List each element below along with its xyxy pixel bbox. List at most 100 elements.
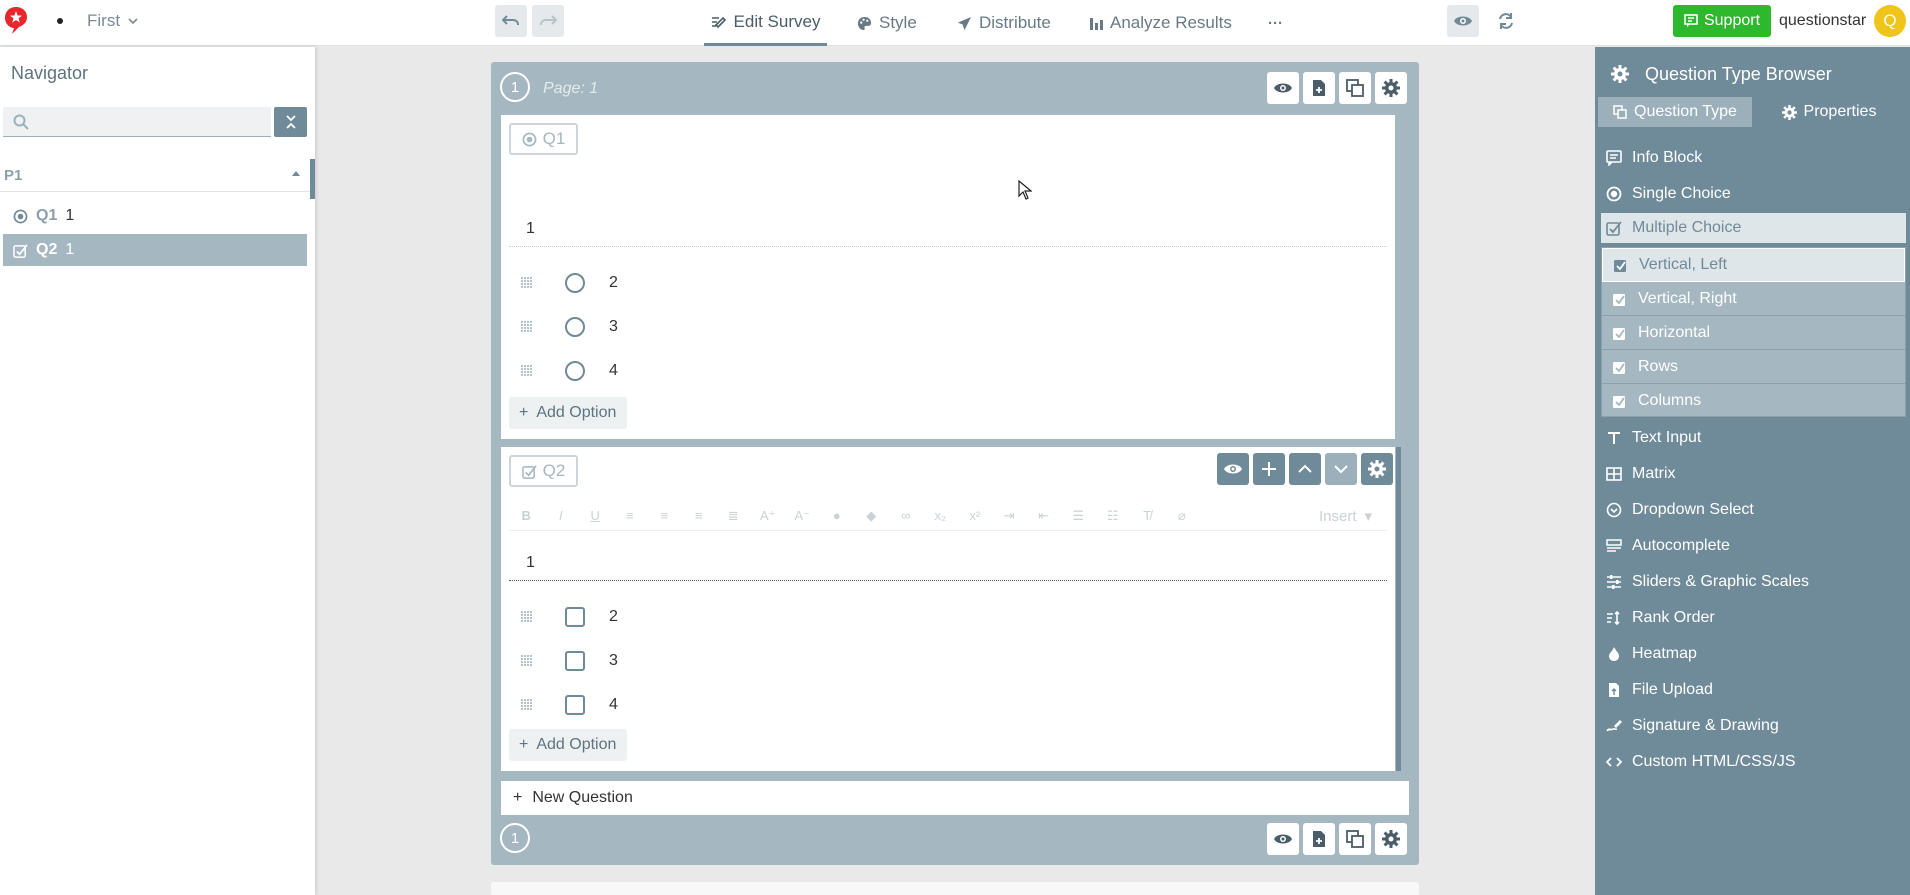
move-up-button[interactable] xyxy=(1289,453,1321,485)
collapse-all-button[interactable] xyxy=(274,107,307,137)
page-preview-button-footer[interactable] xyxy=(1267,823,1299,855)
qtype-rank-order[interactable]: Rank Order xyxy=(1606,603,1715,633)
option-radio[interactable] xyxy=(565,273,585,293)
clear-format-icon[interactable]: T̸ xyxy=(1130,506,1165,526)
survey-selector[interactable]: First xyxy=(87,11,138,31)
option-row[interactable]: 3 xyxy=(519,313,618,341)
insert-dropdown[interactable]: Insert ▾ xyxy=(1319,507,1372,526)
copy-page-button-footer[interactable] xyxy=(1339,823,1371,855)
qtype-dropdown-select[interactable]: Dropdown Select xyxy=(1606,495,1754,525)
option-checkbox[interactable] xyxy=(565,607,585,627)
qtype-multiple-choice[interactable]: Multiple Choice xyxy=(1601,213,1906,243)
subtype-vertical-left[interactable]: Vertical, Left xyxy=(1602,248,1905,282)
qtype-heatmap[interactable]: Heatmap xyxy=(1606,639,1697,669)
more-menu-button[interactable]: ··· xyxy=(1268,0,1283,46)
subtype-rows[interactable]: Rows xyxy=(1602,350,1905,384)
tab-edit-survey[interactable]: Edit Survey xyxy=(704,0,827,46)
drag-handle-icon[interactable] xyxy=(519,609,535,625)
new-question-button[interactable]: + New Question xyxy=(501,781,1409,815)
add-page-button-footer[interactable] xyxy=(1303,823,1335,855)
question-badge-q2[interactable]: Q2 xyxy=(509,455,578,487)
qtype-sliders[interactable]: Sliders & Graphic Scales xyxy=(1606,567,1809,597)
option-label[interactable]: 4 xyxy=(609,362,618,380)
align-center-icon[interactable]: ≡ xyxy=(647,506,682,526)
navigator-page-row[interactable]: P1 xyxy=(0,159,315,192)
qtype-text-input[interactable]: Text Input xyxy=(1606,423,1701,453)
option-checkbox[interactable] xyxy=(565,695,585,715)
tab-style[interactable]: Style xyxy=(857,0,917,46)
option-label[interactable]: 2 xyxy=(609,274,618,292)
qtype-signature-drawing[interactable]: Signature & Drawing xyxy=(1606,711,1779,741)
question-badge-q1[interactable]: Q1 xyxy=(509,123,578,155)
page-preview-button[interactable] xyxy=(1267,72,1299,104)
redo-button[interactable] xyxy=(532,5,564,37)
drag-handle-icon[interactable] xyxy=(519,653,535,669)
question-card-q1[interactable]: Q1 1 2 3 4 + Add Option xyxy=(501,115,1395,439)
align-left-icon[interactable]: ≡ xyxy=(613,506,648,526)
refresh-button[interactable] xyxy=(1490,5,1522,37)
caret-up-icon[interactable] xyxy=(292,171,300,176)
tab-analyze-results[interactable]: Analyze Results xyxy=(1089,0,1232,46)
add-option-button[interactable]: + Add Option xyxy=(509,729,627,761)
subtype-vertical-right[interactable]: Vertical, Right xyxy=(1602,282,1905,316)
option-label[interactable]: 3 xyxy=(609,652,618,670)
drag-handle-icon[interactable] xyxy=(519,363,535,379)
numbered-list-icon[interactable]: ☷ xyxy=(1096,506,1131,526)
font-size-up-icon[interactable]: A⁺ xyxy=(751,506,786,526)
indent-icon[interactable]: ⇥ xyxy=(992,506,1027,526)
tab-question-type[interactable]: Question Type xyxy=(1598,97,1752,127)
option-radio[interactable] xyxy=(565,317,585,337)
preview-button[interactable] xyxy=(1447,5,1479,37)
superscript-icon[interactable]: x² xyxy=(958,506,993,526)
drag-handle-icon[interactable] xyxy=(519,697,535,713)
fill-color-icon[interactable]: ◆ xyxy=(854,506,889,526)
link-icon[interactable]: ∞ xyxy=(889,506,924,526)
add-question-button[interactable] xyxy=(1253,453,1285,485)
question-settings-button[interactable] xyxy=(1361,453,1393,485)
remove-link-icon[interactable]: ⌀ xyxy=(1165,506,1200,526)
option-label[interactable]: 2 xyxy=(609,608,618,626)
subtype-columns[interactable]: Columns xyxy=(1602,384,1905,418)
option-row[interactable]: 2 xyxy=(519,269,618,297)
option-row[interactable]: 4 xyxy=(519,691,618,719)
subscript-icon[interactable]: x₂ xyxy=(923,506,958,526)
underline-icon[interactable]: U xyxy=(578,506,613,526)
add-option-button[interactable]: + Add Option xyxy=(509,397,627,429)
qtype-info-block[interactable]: Info Block xyxy=(1606,143,1702,173)
question-text-q1[interactable]: 1 xyxy=(526,220,535,238)
qtype-autocomplete[interactable]: Autocomplete xyxy=(1606,531,1730,561)
option-checkbox[interactable] xyxy=(565,651,585,671)
outdent-icon[interactable]: ⇤ xyxy=(1027,506,1062,526)
question-preview-button[interactable] xyxy=(1217,453,1249,485)
question-text-q2[interactable]: 1 xyxy=(526,554,535,572)
support-button[interactable]: Support xyxy=(1673,5,1771,37)
navigator-search-input[interactable] xyxy=(37,113,257,130)
option-label[interactable]: 3 xyxy=(609,318,618,336)
option-radio[interactable] xyxy=(565,361,585,381)
option-label[interactable]: 4 xyxy=(609,696,618,714)
align-right-icon[interactable]: ≡ xyxy=(682,506,717,526)
tab-distribute[interactable]: Distribute xyxy=(957,0,1051,46)
qtype-matrix[interactable]: Matrix xyxy=(1606,459,1676,489)
drag-handle-icon[interactable] xyxy=(519,275,535,291)
qtype-custom-html[interactable]: Custom HTML/CSS/JS xyxy=(1606,747,1796,777)
add-page-button[interactable] xyxy=(1303,72,1335,104)
qtype-file-upload[interactable]: File Upload xyxy=(1606,675,1713,705)
subtype-horizontal[interactable]: Horizontal xyxy=(1602,316,1905,350)
copy-page-button[interactable] xyxy=(1339,72,1371,104)
font-size-down-icon[interactable]: A⁻ xyxy=(785,506,820,526)
app-logo-icon[interactable] xyxy=(4,5,28,35)
bullet-list-icon[interactable]: ☰ xyxy=(1061,506,1096,526)
qtype-single-choice[interactable]: Single Choice xyxy=(1606,179,1731,209)
align-justify-icon[interactable]: ≣ xyxy=(716,506,751,526)
tab-properties[interactable]: Properties xyxy=(1752,97,1906,127)
page-settings-button-footer[interactable] xyxy=(1375,823,1407,855)
page-settings-button[interactable] xyxy=(1375,72,1407,104)
option-row[interactable]: 4 xyxy=(519,357,618,385)
avatar[interactable]: Q xyxy=(1874,5,1906,37)
navigator-question-q2[interactable]: Q2 1 xyxy=(3,234,307,266)
option-row[interactable]: 3 xyxy=(519,647,618,675)
italic-icon[interactable]: I xyxy=(544,506,579,526)
username[interactable]: questionstar xyxy=(1779,12,1866,30)
page-title[interactable]: Page: 1 xyxy=(543,80,598,98)
